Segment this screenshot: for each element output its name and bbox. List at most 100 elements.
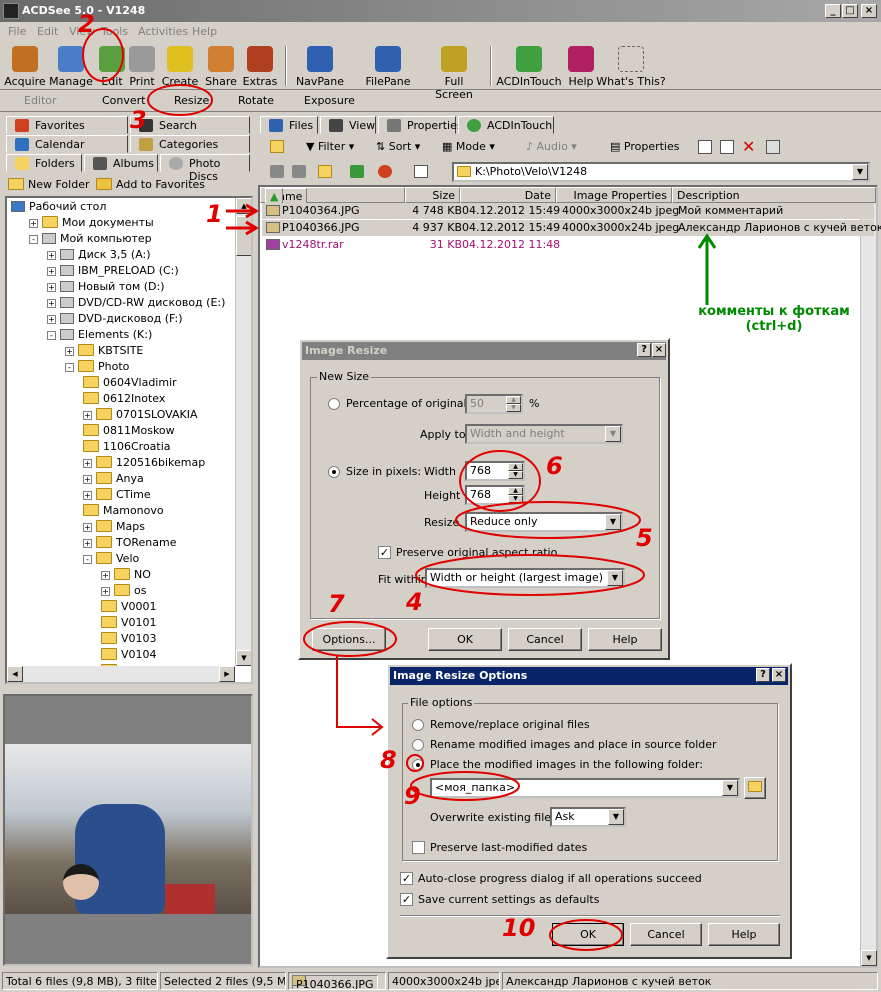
expand-icon[interactable]: + <box>47 283 56 292</box>
options-help-icon[interactable]: ? <box>756 668 770 682</box>
file-row[interactable]: P1040366.JPG 4 937 KB 04.12.2012 15:49 4000… <box>262 220 881 236</box>
expand-icon[interactable]: + <box>47 251 56 260</box>
tree-horizontal-scrollbar[interactable]: ◀ ▶ <box>7 666 235 682</box>
spin-down-icon[interactable]: ▼ <box>508 471 523 479</box>
expand-icon[interactable]: + <box>101 587 110 596</box>
tab-favorites[interactable]: Favorites <box>6 116 128 134</box>
tree-item[interactable]: Рабочий стол <box>11 200 106 216</box>
tree-item[interactable]: V0001 <box>101 600 157 616</box>
browse-folder-button[interactable] <box>744 777 766 799</box>
toolbar-button[interactable]: FilePane <box>358 44 418 88</box>
forward-icon[interactable] <box>292 165 306 178</box>
path-dropdown-icon[interactable]: ▼ <box>852 164 868 180</box>
expand-icon[interactable]: + <box>83 411 92 420</box>
tree-item[interactable]: + TORename <box>83 536 177 552</box>
resize-help-icon[interactable]: ? <box>637 343 651 357</box>
width-input[interactable]: 768 ▲ ▼ <box>465 461 525 481</box>
tree-item[interactable]: 1106Croatia <box>83 440 171 456</box>
filter-button[interactable]: ▼ Filter ▾ <box>306 140 354 153</box>
tab-calendar[interactable]: Calendar <box>6 135 128 153</box>
window-titlebar[interactable]: ACDSee 5.0 - V1248 _ □ × <box>0 0 881 22</box>
close-button[interactable]: × <box>861 4 877 18</box>
rename-icon[interactable] <box>766 140 780 154</box>
chevron-down-icon[interactable]: ▼ <box>608 809 624 825</box>
scroll-right-arrow-icon[interactable]: ▶ <box>219 666 235 682</box>
tab-search[interactable]: Search <box>130 116 250 134</box>
tree-item[interactable]: + IBM_PRELOAD (C:) <box>47 264 179 280</box>
percentage-radio[interactable] <box>328 398 340 410</box>
resize-mode-select[interactable]: Reduce only ▼ <box>465 512 623 532</box>
tree-item[interactable]: + Мои документы <box>29 216 154 232</box>
pixels-radio[interactable] <box>328 466 340 478</box>
tree-item[interactable]: + DVD-дисковод (F:) <box>47 312 183 328</box>
tree-item[interactable]: + Anya <box>83 472 144 488</box>
expand-icon[interactable]: + <box>83 491 92 500</box>
tree-item[interactable]: V0104 <box>101 648 157 664</box>
expand-icon[interactable]: + <box>29 219 38 228</box>
file-scroll-down-icon[interactable]: ▼ <box>861 950 877 966</box>
resize-ok-button[interactable]: OK <box>428 628 502 651</box>
chevron-down-icon[interactable]: ▼ <box>605 426 621 442</box>
editor-button[interactable]: Editor <box>24 94 57 107</box>
new-file-icon[interactable] <box>698 140 712 154</box>
favorites-dropdown-icon[interactable] <box>378 165 392 178</box>
tree-item[interactable]: + CTime <box>83 488 151 504</box>
resize-cancel-button[interactable]: Cancel <box>508 628 582 651</box>
menu-edit[interactable]: Edit <box>37 25 58 38</box>
expand-icon[interactable]: + <box>83 523 92 532</box>
minimize-button[interactable]: _ <box>825 4 841 18</box>
folder-up-icon[interactable] <box>270 140 284 153</box>
preserve-aspect-checkbox[interactable]: ✓ <box>378 546 391 559</box>
tab-files[interactable]: Files <box>260 116 318 134</box>
toolbar-button[interactable]: What's This? <box>596 44 666 88</box>
file-row[interactable]: P1040364.JPG 4 748 KB 04.12.2012 15:49 4000… <box>262 203 874 219</box>
toolbar-button[interactable]: Acquire <box>0 44 50 88</box>
image-resize-titlebar[interactable]: Image Resize ? × <box>302 342 666 360</box>
menu-tools[interactable]: Tools <box>101 25 128 38</box>
menu-help[interactable]: Help <box>192 25 217 38</box>
collapse-icon[interactable]: - <box>83 555 92 564</box>
tree-item[interactable]: - Мой компьютер <box>29 232 152 248</box>
properties-button[interactable]: ▤ Properties <box>610 140 679 153</box>
tab-view[interactable]: View <box>320 116 376 134</box>
parent-folder-icon[interactable] <box>318 165 332 178</box>
scroll-up-arrow-icon[interactable]: ▲ <box>236 198 251 214</box>
column-description[interactable]: Description <box>672 187 876 203</box>
back-icon[interactable] <box>270 165 284 178</box>
expand-icon[interactable]: + <box>83 539 92 548</box>
file-row[interactable]: v1248tr.rar 31 KB 04.12.2012 11:48 <box>262 237 874 253</box>
column-size[interactable]: Size <box>405 187 460 203</box>
tree-vertical-scrollbar[interactable]: ▲ ▼ <box>235 198 251 666</box>
tab-folders[interactable]: Folders <box>6 154 82 172</box>
scroll-left-arrow-icon[interactable]: ◀ <box>7 666 23 682</box>
expand-icon[interactable]: + <box>47 299 56 308</box>
refresh-icon[interactable] <box>350 165 364 178</box>
tree-item[interactable]: V0103 <box>101 632 157 648</box>
sort-button[interactable]: ⇅ Sort ▾ <box>376 140 420 153</box>
tree-item[interactable]: + os <box>101 584 146 600</box>
resize-close-icon[interactable]: × <box>652 343 666 357</box>
expand-icon[interactable]: + <box>47 267 56 276</box>
mode-button[interactable]: ▦ Mode ▾ <box>442 140 495 153</box>
target-folder-input[interactable]: <моя_папка> ▼ <box>430 778 740 798</box>
rotate-button[interactable]: Rotate <box>238 94 274 107</box>
tab-categories[interactable]: Categories <box>130 135 250 153</box>
spin-up-icon[interactable]: ▲ <box>508 463 523 471</box>
tree-item[interactable]: + NO <box>101 568 151 584</box>
column-image-properties[interactable]: Image Properties <box>556 187 672 203</box>
collapse-icon[interactable]: - <box>29 235 38 244</box>
expand-icon[interactable]: + <box>47 315 56 324</box>
exposure-button[interactable]: Exposure <box>304 94 355 107</box>
spin-up-icon[interactable]: ▲ <box>506 396 521 404</box>
menu-file[interactable]: File <box>8 25 26 38</box>
options-cancel-button[interactable]: Cancel <box>630 923 702 946</box>
options-button[interactable]: Options... <box>312 628 386 651</box>
remove-replace-radio[interactable] <box>412 719 424 731</box>
autoclose-checkbox[interactable]: ✓ <box>400 872 413 885</box>
add-favorites-button[interactable]: Add to Favorites <box>96 178 205 191</box>
resize-help-button[interactable]: Help <box>588 628 662 651</box>
tree-item[interactable]: - Elements (K:) <box>47 328 152 344</box>
spin-down-icon[interactable]: ▼ <box>506 404 521 412</box>
column-date[interactable]: Date <box>460 187 556 203</box>
chevron-down-icon[interactable]: ▼ <box>607 570 623 586</box>
